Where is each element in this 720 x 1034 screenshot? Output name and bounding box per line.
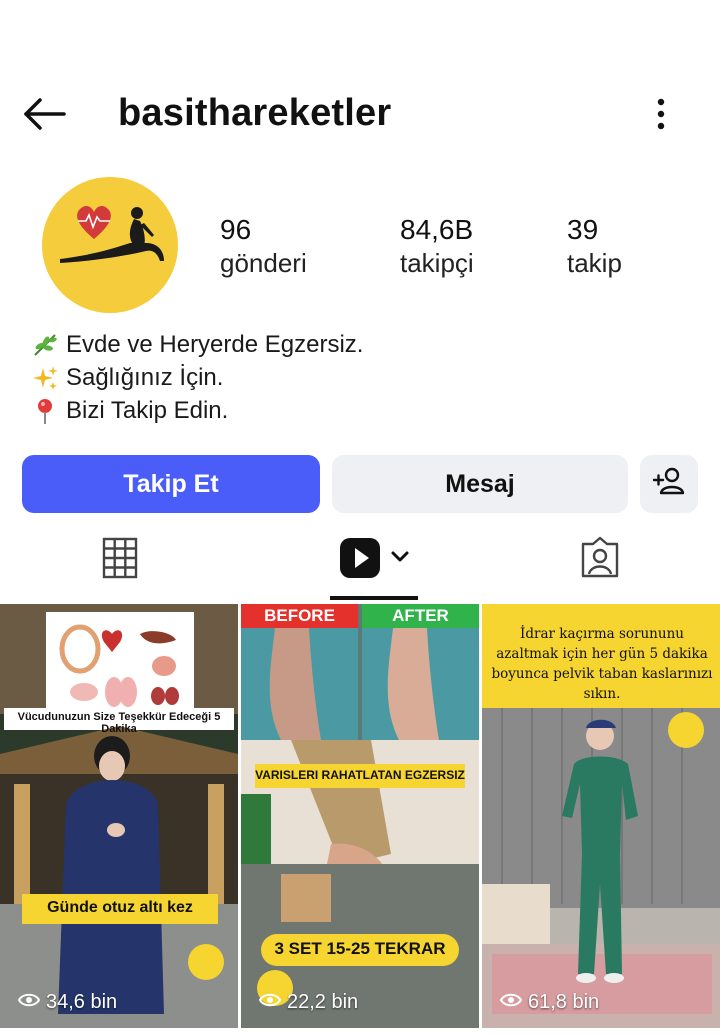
herb-icon bbox=[30, 330, 60, 360]
reel-views: 61,8 bin bbox=[499, 991, 600, 1014]
views-count: 22,2 bin bbox=[287, 991, 359, 1013]
after-label: AFTER bbox=[392, 606, 449, 625]
posts-count: 96 bbox=[220, 214, 252, 245]
follow-button[interactable]: Takip Et bbox=[22, 455, 320, 513]
tab-tagged[interactable] bbox=[579, 536, 621, 585]
stat-posts[interactable]: 96 gönderi bbox=[220, 214, 307, 280]
tab-posts-grid[interactable] bbox=[102, 537, 138, 584]
reel-views: 22,2 bin bbox=[258, 991, 359, 1014]
bio-line: Evde ve Heryerde Egzersiz. bbox=[30, 328, 363, 361]
views-count: 34,6 bin bbox=[46, 991, 118, 1013]
stat-following[interactable]: 39 takip bbox=[567, 214, 622, 280]
profile-avatar[interactable] bbox=[42, 177, 178, 313]
reel-views: 34,6 bin bbox=[17, 991, 118, 1014]
pin-icon bbox=[30, 396, 60, 426]
message-button[interactable]: Mesaj bbox=[332, 455, 628, 513]
suggest-people-button[interactable] bbox=[640, 455, 698, 513]
following-label: takip bbox=[567, 248, 622, 278]
back-arrow-icon[interactable] bbox=[20, 94, 68, 134]
views-count: 61,8 bin bbox=[528, 991, 600, 1013]
reels-grid: Vücudunuzun Size Teşekkür Edeceği 5 Daki… bbox=[0, 604, 720, 1034]
profile-username: basithareketler bbox=[118, 92, 392, 134]
before-label: BEFORE bbox=[264, 606, 335, 625]
following-count: 39 bbox=[567, 214, 599, 245]
grid-icon bbox=[102, 537, 138, 583]
profile-tabs bbox=[0, 528, 720, 602]
top-bar: basithareketler bbox=[0, 80, 720, 150]
bio-text: Sağlığınız İçin. bbox=[66, 364, 224, 391]
reel-caption-middle: VARISLERI RAHATLATAN EGZERSIZ bbox=[255, 768, 465, 782]
profile-bio: Evde ve Heryerde Egzersiz. Sağlığınız İç… bbox=[30, 328, 363, 427]
eye-icon bbox=[258, 991, 282, 1014]
add-person-icon bbox=[652, 466, 686, 503]
eye-icon bbox=[499, 991, 523, 1014]
bio-line: Bizi Takip Edin. bbox=[30, 394, 363, 427]
sparkles-icon bbox=[30, 363, 60, 393]
followers-count: 84,6B bbox=[400, 214, 474, 245]
tab-reels[interactable] bbox=[339, 536, 413, 585]
reel-thumbnail[interactable]: İdrar kaçırma sorununu azaltmak için her… bbox=[482, 604, 720, 1028]
reel-thumbnail[interactable]: Vücudunuzun Size Teşekkür Edeceği 5 Daki… bbox=[0, 604, 238, 1028]
eye-icon bbox=[17, 991, 41, 1014]
reel-caption-bottom: 3 SET 15-25 TEKRAR bbox=[274, 939, 446, 958]
posts-label: gönderi bbox=[220, 248, 307, 278]
active-tab-indicator bbox=[330, 596, 418, 600]
bio-text: Evde ve Heryerde Egzersiz. bbox=[66, 331, 364, 358]
reel-caption-middle: Günde otuz altı kez bbox=[47, 899, 193, 916]
followers-label: takipçi bbox=[400, 248, 474, 278]
stat-followers[interactable]: 84,6B takipçi bbox=[400, 214, 474, 280]
reel-thumbnail[interactable]: BEFORE AFTER VARISLERI RAHATLATAN EGZERS… bbox=[241, 604, 479, 1028]
more-options-icon[interactable] bbox=[646, 94, 676, 134]
bio-text: Bizi Takip Edin. bbox=[66, 397, 229, 424]
bio-line: Sağlığınız İçin. bbox=[30, 361, 363, 394]
reel-caption-top: Vücudunuzun Size Teşekkür Edeceği 5 Daki… bbox=[17, 711, 221, 735]
reels-icon bbox=[339, 538, 413, 584]
tagged-icon bbox=[579, 536, 621, 584]
reel-caption-top: İdrar kaçırma sorununu azaltmak için her… bbox=[491, 626, 713, 702]
